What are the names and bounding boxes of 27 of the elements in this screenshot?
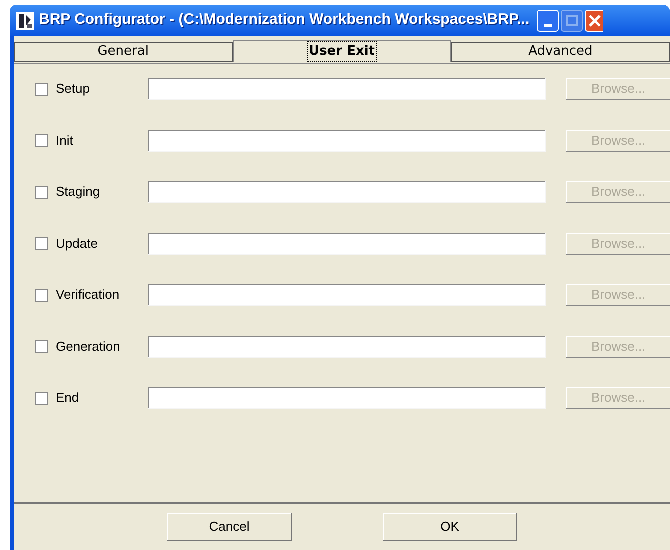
window-title: BRP Configurator - (C:\Modernization Workbench Workspaces\BRP...	[39, 10, 530, 30]
app-icon	[16, 12, 34, 30]
checkbox-label: End	[56, 389, 80, 408]
tab[interactable]: General	[14, 42, 233, 62]
minimize-button[interactable]	[536, 10, 559, 32]
path-field[interactable]	[148, 387, 546, 409]
path-field[interactable]	[148, 336, 546, 358]
path-field[interactable]	[148, 78, 546, 100]
maximize-icon	[566, 15, 578, 26]
checkbox-label: Generation	[56, 338, 122, 356]
close-button[interactable]	[584, 10, 603, 32]
checkbox-label: Verification	[56, 286, 121, 304]
path-field[interactable]	[148, 232, 546, 254]
tab[interactable]: User Exit	[232, 40, 452, 62]
dialog-button[interactable]: Cancel	[167, 513, 292, 541]
path-field[interactable]	[148, 130, 546, 152]
dialog-button[interactable]: OK	[383, 513, 517, 541]
checkbox-label: Setup	[56, 80, 91, 98]
checkbox-label: Staging	[56, 183, 102, 202]
close-icon	[588, 14, 601, 26]
minimize-icon	[544, 24, 552, 26]
tab[interactable]: Advanced	[451, 42, 670, 62]
path-field[interactable]	[148, 181, 546, 203]
path-field[interactable]	[148, 284, 546, 306]
maximize-button[interactable]	[560, 10, 583, 32]
checkbox-label: Update	[56, 234, 99, 253]
checkbox-label: Init	[56, 132, 74, 150]
